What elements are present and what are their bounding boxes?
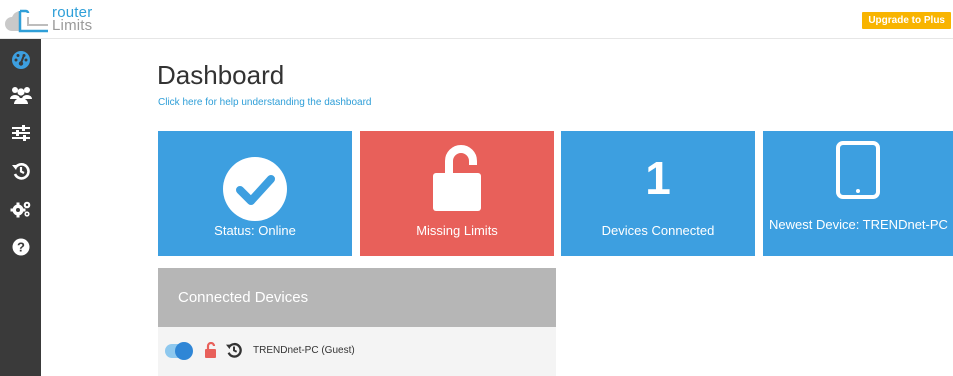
top-bar: router Limits Upgrade to Plus: [0, 0, 953, 39]
devices-connected-count: 1: [645, 152, 671, 204]
check-circle-icon: [223, 157, 287, 226]
history-icon[interactable]: [226, 342, 242, 363]
missing-limits-label: Missing Limits: [416, 223, 498, 238]
logo-text: router Limits: [52, 5, 93, 34]
sidebar: ?: [0, 39, 41, 376]
unlocked-icon: [431, 143, 483, 218]
sidebar-item-help[interactable]: ?: [9, 235, 33, 259]
status-tile-label: Status: Online: [214, 223, 296, 238]
toggle-knob: [175, 342, 193, 360]
page-title: Dashboard: [157, 60, 285, 90]
help-icon: ?: [12, 238, 30, 256]
device-enabled-toggle[interactable]: [165, 342, 193, 360]
sidebar-item-users[interactable]: [9, 83, 33, 107]
sliders-icon: [12, 125, 30, 141]
newest-device-tile[interactable]: Newest Device: TRENDnet-PC: [763, 131, 953, 256]
missing-limits-tile[interactable]: Missing Limits: [360, 131, 554, 256]
gears-icon: [10, 201, 31, 218]
upgrade-button[interactable]: Upgrade to Plus: [862, 12, 951, 29]
status-tile[interactable]: Status: Online: [158, 131, 352, 256]
devices-connected-tile[interactable]: 1 Devices Connected: [561, 131, 755, 256]
unlocked-icon[interactable]: [205, 341, 217, 363]
dashboard-help-link[interactable]: Click here for help understanding the da…: [158, 97, 371, 108]
router-limits-logo[interactable]: router Limits: [4, 3, 114, 35]
device-row: TRENDnet-PC (Guest): [158, 327, 556, 376]
history-icon: [12, 163, 30, 180]
svg-text:?: ?: [17, 240, 25, 255]
connected-devices-panel: Connected Devices TRENDnet-PC (Guest): [158, 268, 556, 376]
cloud-logo-icon: [5, 9, 48, 33]
speedometer-icon: [12, 51, 30, 69]
sidebar-item-history[interactable]: [9, 159, 33, 183]
devices-connected-label: Devices Connected: [601, 223, 715, 238]
newest-device-label: Newest Device: TRENDnet-PC: [769, 217, 948, 232]
device-name: TRENDnet-PC (Guest): [253, 345, 355, 356]
tablet-icon: [836, 141, 880, 204]
sidebar-item-settings[interactable]: [9, 197, 33, 221]
logo-line-2: Limits: [52, 17, 93, 34]
sidebar-item-dashboard[interactable]: [9, 48, 33, 72]
users-icon: [10, 87, 32, 104]
sidebar-item-limits[interactable]: [9, 121, 33, 145]
connected-devices-title: Connected Devices: [158, 268, 556, 327]
